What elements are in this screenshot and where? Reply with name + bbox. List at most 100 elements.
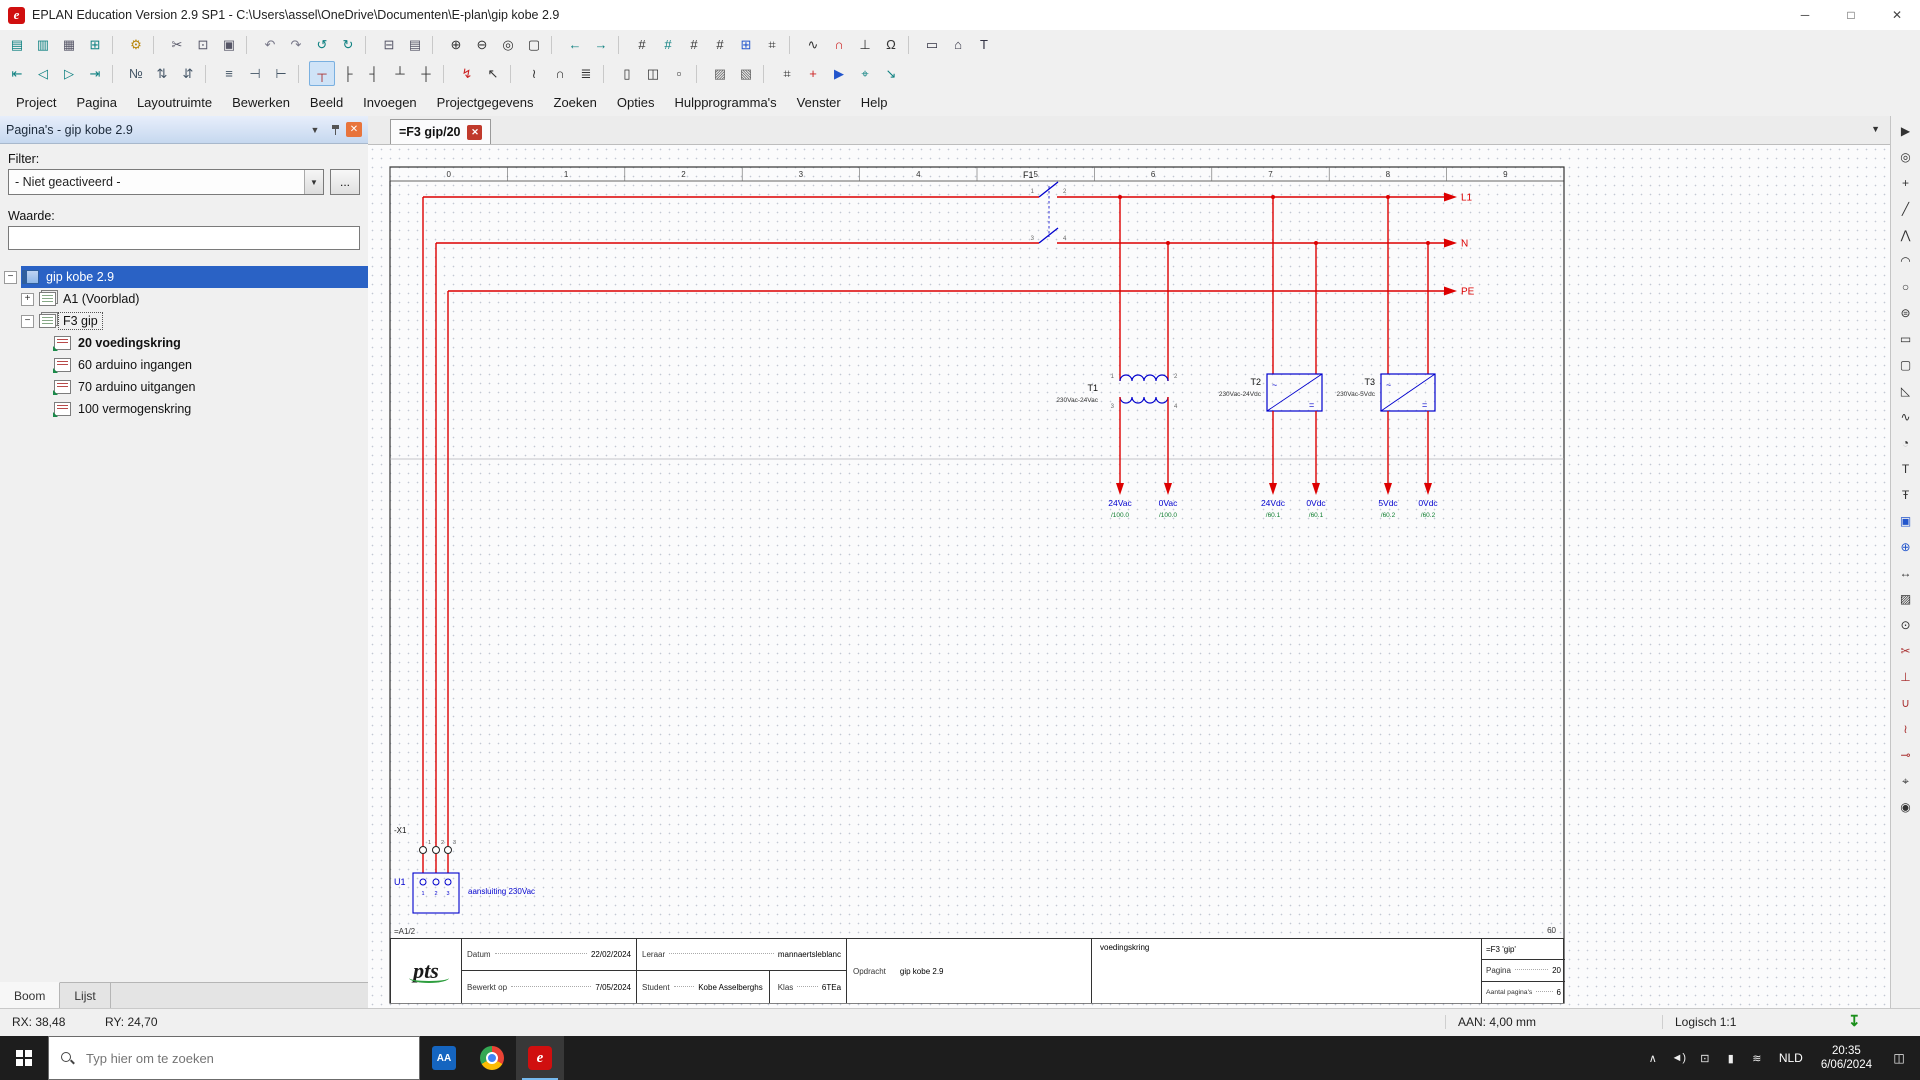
converter-t2[interactable]: ~ = T2 230Vac-24Vdc	[1219, 197, 1323, 412]
numbering-button[interactable]: №	[123, 61, 149, 86]
expand-icon[interactable]: +	[21, 292, 34, 306]
text-tool-button[interactable]: T	[1894, 456, 1918, 482]
hyperlink-tool-button[interactable]: ⊕	[1894, 534, 1918, 560]
menu-invoegen[interactable]: Invoegen	[353, 91, 427, 114]
panel-tab-lijst[interactable]: Lijst	[60, 983, 111, 1008]
grid-size-2-button[interactable]: #	[655, 32, 681, 57]
tray-chevron-icon[interactable]: ∧	[1641, 1052, 1665, 1065]
insert-box-button[interactable]: ▭	[919, 32, 945, 57]
polygon-tool-button[interactable]: ◺	[1894, 378, 1918, 404]
transformer-t1[interactable]: 1 2 3 4 T1 230Vac-24Vac	[1056, 197, 1178, 410]
cable-definition-button[interactable]: ≀	[521, 61, 547, 86]
previous-page-button[interactable]: ◁	[30, 61, 56, 86]
power-rails[interactable]	[422, 196, 1444, 873]
drawing-area[interactable]: 0123456789 60 =A1/2 L1 N PE F1 1 2 3 4 1…	[368, 145, 1890, 1009]
battery-icon[interactable]: ▮	[1719, 1052, 1743, 1065]
tree-item-gip-kobe-2-9[interactable]: − gip kobe 2.9	[0, 266, 368, 288]
status-download-icon[interactable]: ↧	[1848, 1012, 1861, 1030]
align-right-button[interactable]: ⊢	[268, 61, 294, 86]
search-input[interactable]	[84, 1049, 388, 1067]
terminal-x1[interactable]: -X1 1 2 3	[394, 826, 456, 854]
insert-device-button[interactable]: ∩	[826, 32, 852, 57]
volume-icon[interactable]: ◄)	[1667, 1052, 1691, 1064]
paste-button[interactable]: ▣	[216, 32, 242, 57]
direct-edit-button[interactable]: ▶	[826, 61, 852, 86]
rounded-rectangle-tool-button[interactable]: ▢	[1894, 352, 1918, 378]
tree-item-60-arduino-ingangen[interactable]: 60 arduino ingangen	[0, 354, 368, 376]
collapse-icon[interactable]: −	[4, 270, 17, 284]
scroll-tool-button[interactable]: ↘	[878, 61, 904, 86]
parts-database-button[interactable]: ⌂	[945, 32, 971, 57]
trim-tool-button[interactable]: ✂	[1894, 638, 1918, 664]
design-mode-button[interactable]: ⌗	[774, 61, 800, 86]
line-tool-button[interactable]: ╱	[1894, 196, 1918, 222]
terminal-tool-button[interactable]: ⊸	[1894, 742, 1918, 768]
waarde-input[interactable]	[8, 226, 360, 250]
tree-item-70-arduino-uitgangen[interactable]: 70 arduino uitgangen	[0, 376, 368, 398]
menu-venster[interactable]: Venster	[787, 91, 851, 114]
ellipse-tool-button[interactable]: ⊜	[1894, 300, 1918, 326]
shield-definition-button[interactable]: ∩	[547, 61, 573, 86]
schematic-canvas[interactable]: 0123456789 60 =A1/2 L1 N PE F1 1 2 3 4 1…	[368, 145, 1890, 1009]
grid-display-button[interactable]: ⌗	[759, 32, 785, 57]
app-icon-chrome[interactable]	[468, 1036, 516, 1080]
hatch-tool-button[interactable]: ▨	[1894, 586, 1918, 612]
remove-page-button[interactable]: ⊟	[376, 32, 402, 57]
filter-dropdown[interactable]: - Niet geactiveerd - ▼	[8, 169, 324, 195]
image-tool-button[interactable]: ▣	[1894, 508, 1918, 534]
layer-tool-button[interactable]: ◉	[1894, 794, 1918, 820]
minimize-button[interactable]: ─	[1782, 0, 1828, 30]
snap-tool-button[interactable]: ⌖	[1894, 768, 1918, 794]
insert-coordinate-button[interactable]: +	[800, 61, 826, 86]
breakpoint-button[interactable]: ↯	[454, 61, 480, 86]
action-center-icon[interactable]: ◫	[1882, 1051, 1916, 1065]
zoom-all-button[interactable]: ▢	[521, 32, 547, 57]
rectangle-tool-button[interactable]: ▭	[1894, 326, 1918, 352]
menu-beeld[interactable]: Beeld	[300, 91, 353, 114]
busbar-button[interactable]: ≣	[573, 61, 599, 86]
cross-node-button[interactable]: ┼	[413, 61, 439, 86]
close-button[interactable]: ✕	[1874, 0, 1920, 30]
menu-project[interactable]: Project	[6, 91, 66, 114]
tree-item-100-vermogenskring[interactable]: 100 vermogenskring	[0, 398, 368, 420]
zoom-in-button[interactable]: ⊕	[443, 32, 469, 57]
print-button[interactable]: ▦	[56, 32, 82, 57]
cable-tool-button[interactable]: ≀	[1894, 716, 1918, 742]
panel-tab-boom[interactable]: Boom	[0, 982, 61, 1008]
tab-close-icon[interactable]: ✕	[467, 124, 483, 140]
snap-to-grid-button[interactable]: ⊞	[733, 32, 759, 57]
menu-pagina[interactable]: Pagina	[66, 91, 126, 114]
grid-size-3-button[interactable]: #	[681, 32, 707, 57]
go-forward-button[interactable]: →	[588, 32, 614, 57]
collapse-icon[interactable]: −	[21, 314, 34, 328]
measure-button[interactable]: ⌖	[852, 61, 878, 86]
coil-symbol-button[interactable]: Ω	[878, 32, 904, 57]
converter-t3[interactable]: ~ = T3 230Vac-5Vdc	[1336, 197, 1436, 412]
menu-layoutruimte[interactable]: Layoutruimte	[127, 91, 222, 114]
cut-button[interactable]: ✂	[164, 32, 190, 57]
connection-point-button[interactable]: ⊥	[852, 32, 878, 57]
menu-bewerken[interactable]: Bewerken	[222, 91, 300, 114]
path-text-tool-button[interactable]: Ŧ	[1894, 482, 1918, 508]
plug-u1[interactable]: 1 2 3 U1 aansluiting 230Vac	[394, 872, 535, 914]
t-node-down-button[interactable]: ┬	[309, 61, 335, 86]
taskbar-search[interactable]	[48, 1036, 420, 1080]
point-tool-button[interactable]: ⊙	[1894, 612, 1918, 638]
tree-item-a1-voorblad[interactable]: + A1 (Voorblad)	[0, 288, 368, 310]
black-box-button[interactable]: ▯	[614, 61, 640, 86]
spline-tool-button[interactable]: ∿	[1894, 404, 1918, 430]
first-page-button[interactable]: ⇤	[4, 61, 30, 86]
renumber-button[interactable]: ⇅	[149, 61, 175, 86]
panel-close-icon[interactable]: ✕	[346, 122, 362, 137]
hatch-dark-button[interactable]: ▨	[707, 61, 733, 86]
open-project-button[interactable]: ▥	[30, 32, 56, 57]
copy-button[interactable]: ⊡	[190, 32, 216, 57]
menu-hulpprogramma-s[interactable]: Hulpprogramma's	[664, 91, 786, 114]
jumper-tool-button[interactable]: ∪	[1894, 690, 1918, 716]
interruption-point-button[interactable]: ↖	[480, 61, 506, 86]
redo-button[interactable]: ↷	[283, 32, 309, 57]
connection-tool-button[interactable]: ⊥	[1894, 664, 1918, 690]
menu-help[interactable]: Help	[851, 91, 898, 114]
insert-symbol-button[interactable]: ∿	[800, 32, 826, 57]
network-icon[interactable]: ≋	[1745, 1052, 1769, 1065]
